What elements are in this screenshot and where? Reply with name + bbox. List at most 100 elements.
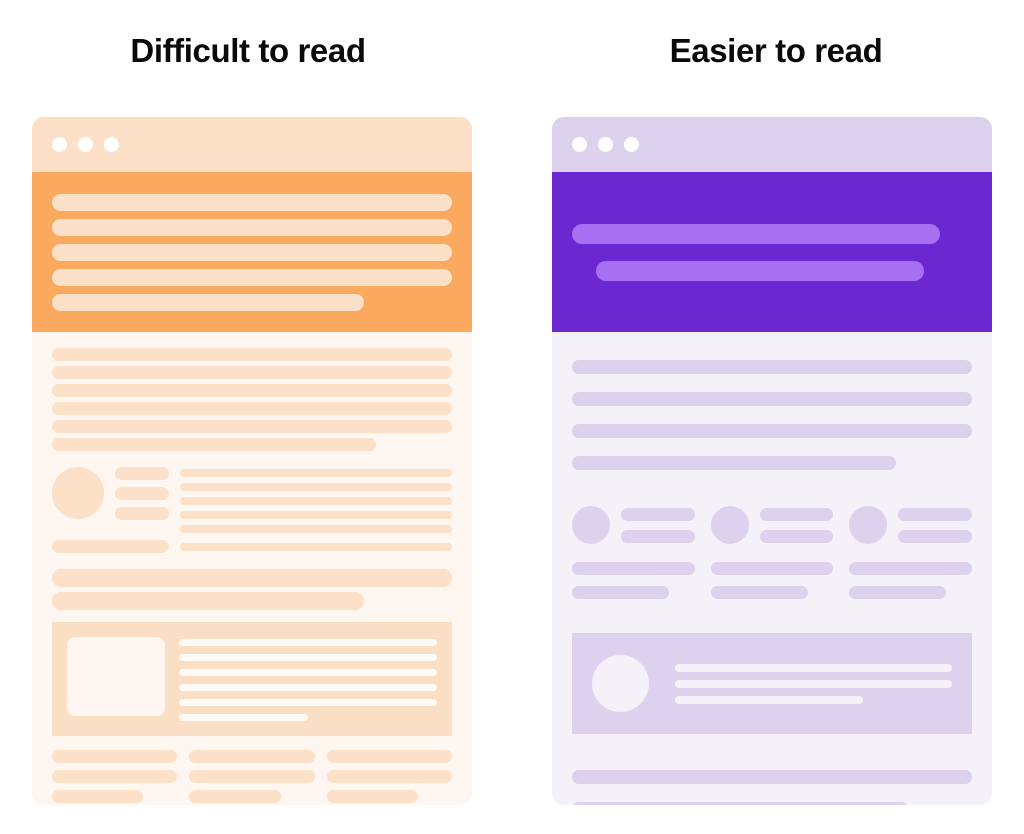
right-window-titlebar [552,117,992,172]
maximize-dot-icon[interactable] [104,137,119,152]
footer-line [189,790,281,803]
avatar [592,655,649,712]
pill-label [115,507,169,520]
left-media-row [52,467,452,533]
left-pill-labels [115,467,169,520]
panel-text-line [179,639,437,646]
pill-label [759,507,834,521]
feature-pills [759,507,834,543]
text-line [572,802,908,805]
text-line [52,438,376,451]
right-profile-panel [572,633,972,734]
footer-line [52,790,144,803]
minimize-dot-icon[interactable] [78,137,93,152]
close-dot-icon[interactable] [52,137,67,152]
feature-column [572,506,695,599]
pill-label [115,487,169,500]
thin-text-line [180,511,452,519]
thin-text-line [180,497,452,505]
left-media-panel [52,622,452,736]
feature-body [572,562,695,599]
right-hero-section [552,172,992,332]
footer-column [189,750,315,803]
thin-text-line [180,525,452,533]
left-paragraph-block [52,348,452,451]
right-feature-columns [572,506,973,599]
text-line [710,586,808,599]
text-line [52,402,452,415]
text-line [572,392,972,406]
left-media-row-footer [52,540,452,553]
footer-line [326,790,419,803]
footer-line [189,750,315,763]
right-hero-bar [596,260,924,281]
right-window-body [552,332,992,805]
feature-header [849,506,973,544]
footer-line [189,770,315,783]
feature-header [710,506,834,544]
left-browser-window [32,117,472,805]
left-heading: Difficult to read [130,32,366,69]
right-browser-window [552,117,992,805]
thin-text-line [180,483,452,491]
left-footer-columns [52,750,452,803]
close-dot-icon[interactable] [572,137,587,152]
footer-line [326,750,452,763]
left-thin-lines [180,467,452,533]
panel-text-line [179,654,437,661]
left-post-bars [52,569,452,610]
right-tail-bars [572,770,972,805]
panel-text-line [675,679,952,688]
pill-label [115,467,169,480]
avatar [849,506,888,544]
text-line [52,569,452,587]
minimize-dot-icon[interactable] [598,137,613,152]
maximize-dot-icon[interactable] [624,137,639,152]
text-line [52,366,452,379]
text-line [572,770,972,784]
text-line [849,562,973,575]
pill-label [898,507,973,521]
left-hero-bar [52,219,452,236]
left-hero-bar [52,269,452,286]
right-heading: Easier to read [669,32,883,69]
footer-line [52,770,178,783]
pill-label [52,540,169,553]
panel-text-line [179,699,437,706]
feature-body [710,562,834,599]
left-hero-bar [52,194,452,211]
text-line [710,562,834,575]
avatar [572,506,610,544]
text-line [52,348,452,361]
footer-column [52,750,178,803]
left-hero-section [32,172,472,332]
text-line [52,592,364,610]
footer-column [326,750,452,803]
text-line [572,360,972,374]
thin-text-line [180,469,452,477]
avatar [52,467,104,519]
left-hero-bar [52,294,364,311]
text-line [572,456,896,470]
pill-label [621,507,695,521]
text-line [572,562,695,575]
footer-line [52,750,178,763]
pill-label [759,529,834,543]
panel-text-line [675,663,952,672]
left-window-titlebar [32,117,472,172]
text-line [52,420,452,433]
pill-label [621,529,695,543]
panel-text-line [675,695,864,704]
footer-line [326,770,452,783]
feature-body [849,562,973,599]
right-paragraph-block [572,360,972,470]
image-thumbnail [67,637,165,716]
avatar [710,506,749,544]
text-line [572,424,972,438]
panel-text-line [179,684,437,691]
comparison-figure: Difficult to read Easier to read [0,0,1024,834]
text-line [849,586,947,599]
left-panel-lines [179,637,437,721]
text-line [52,384,452,397]
panel-text-line [179,669,437,676]
